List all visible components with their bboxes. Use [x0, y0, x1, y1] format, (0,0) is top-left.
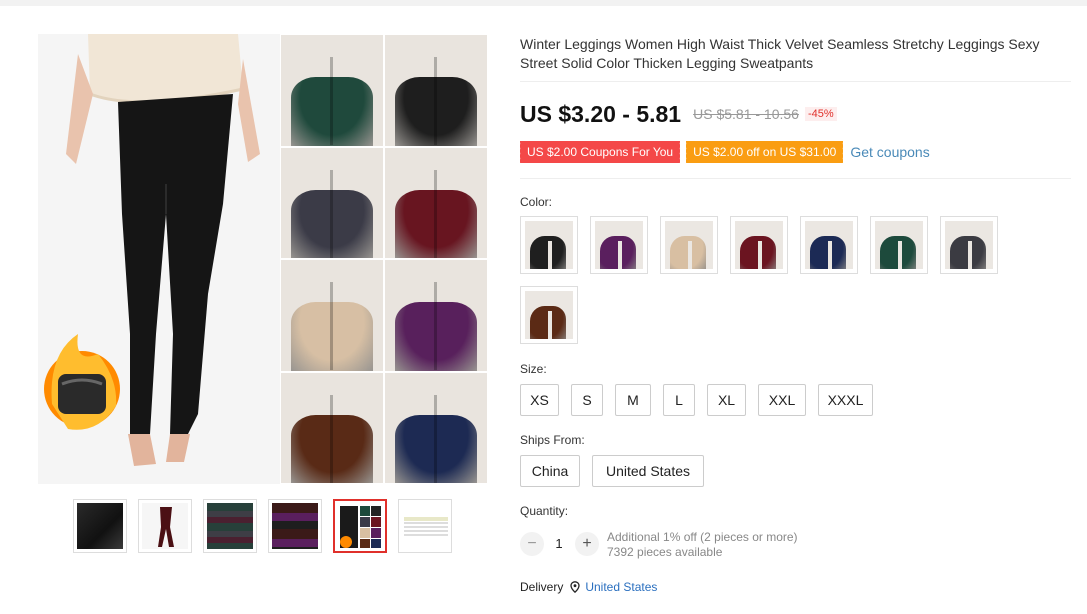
- current-price: US $3.20 - 5.81: [520, 100, 682, 127]
- divider: [520, 178, 1071, 179]
- size-option-xl[interactable]: XL: [707, 384, 746, 416]
- discount-badge: -45%: [804, 107, 837, 121]
- leg-shadow: [329, 57, 333, 146]
- size-option-s[interactable]: S: [571, 384, 603, 416]
- leg-shadow: [329, 169, 333, 258]
- swatch-leg-gap: [547, 241, 552, 269]
- color-swatch-black[interactable]: [520, 216, 578, 274]
- size-option-xxxl[interactable]: XXXL: [818, 384, 873, 416]
- swatch-background: [945, 221, 993, 269]
- thumbnail[interactable]: [203, 499, 257, 553]
- swatch-background: [665, 221, 713, 269]
- product-title: Winter Leggings Women High Waist Thick V…: [520, 36, 1040, 71]
- thumbnail[interactable]: [398, 499, 452, 553]
- swatch-leg-gap: [617, 241, 622, 269]
- swatch-background: [525, 291, 573, 339]
- collage-cell: [280, 146, 384, 259]
- top-bar: [0, 0, 1087, 6]
- quantity-label: Quantity:: [520, 504, 569, 518]
- thumbnail[interactable]: [268, 499, 322, 553]
- store-coupon[interactable]: US $2.00 Coupons For You: [517, 140, 681, 163]
- ships-from-united-states[interactable]: United States: [592, 455, 704, 487]
- order-coupon[interactable]: US $2.00 off on US $31.00: [684, 140, 844, 163]
- collage-cell: [280, 259, 384, 372]
- swatch-background: [805, 221, 853, 269]
- swatch-background: [595, 221, 643, 269]
- collage-cell: [280, 34, 384, 147]
- leg-shadow: [329, 394, 333, 483]
- swatch-leg-gap: [897, 241, 902, 269]
- swatch-leg-gap: [547, 311, 552, 339]
- collage-cell: [280, 371, 384, 484]
- collage-cell: [384, 34, 488, 147]
- color-swatch-dark-gray[interactable]: [940, 216, 998, 274]
- swatch-leg-gap: [757, 241, 762, 269]
- coupon-row: US $2.00 Coupons For You US $2.00 off on…: [517, 140, 930, 163]
- swatch-leg-gap: [827, 241, 832, 269]
- swatch-leg-gap: [687, 241, 692, 269]
- thumbnail-strip: [73, 499, 453, 553]
- quantity-value[interactable]: 1: [552, 536, 566, 551]
- price-row: US $3.20 - 5.81 US $5.81 - 10.56 -45%: [520, 98, 837, 130]
- quantity-info: Additional 1% off (2 pieces or more) 739…: [607, 530, 798, 560]
- thumbnail-selected[interactable]: [333, 499, 387, 553]
- size-label: Size:: [520, 362, 547, 376]
- swatch-leg-gap: [967, 241, 972, 269]
- size-option-l[interactable]: L: [663, 384, 695, 416]
- bulk-discount-note: Additional 1% off (2 pieces or more): [607, 530, 798, 544]
- color-swatch-coffee[interactable]: [520, 286, 578, 344]
- quantity-decrease-button[interactable]: −: [520, 532, 544, 556]
- delivery-row: Delivery United States: [520, 580, 657, 594]
- leg-shadow: [433, 169, 437, 258]
- color-swatch-wine-red[interactable]: [730, 216, 788, 274]
- delivery-label: Delivery: [520, 580, 564, 594]
- divider: [520, 81, 1071, 82]
- color-swatch-purple[interactable]: [590, 216, 648, 274]
- collage-cell: [384, 146, 488, 259]
- size-option-xs[interactable]: XS: [520, 384, 559, 416]
- leg-shadow: [329, 282, 333, 371]
- size-option-m[interactable]: M: [615, 384, 651, 416]
- swatch-background: [735, 221, 783, 269]
- color-swatch-skin[interactable]: [660, 216, 718, 274]
- thumbnail[interactable]: [138, 499, 192, 553]
- original-price: US $5.81 - 10.56: [693, 106, 799, 122]
- model-photo: [38, 34, 280, 484]
- thumbnail[interactable]: [73, 499, 127, 553]
- location-pin-icon: [569, 581, 581, 594]
- get-coupons-link[interactable]: Get coupons: [850, 144, 929, 160]
- quantity-increase-button[interactable]: +: [575, 532, 599, 556]
- stock-available: 7392 pieces available: [607, 545, 723, 559]
- color-label: Color:: [520, 195, 553, 209]
- leg-shadow: [433, 394, 437, 483]
- color-swatch-dark-green[interactable]: [870, 216, 928, 274]
- leg-shadow: [433, 282, 437, 371]
- ships-from-china[interactable]: China: [520, 455, 580, 487]
- swatch-background: [525, 221, 573, 269]
- color-collage: [280, 34, 488, 484]
- collage-cell: [384, 259, 488, 372]
- delivery-destination-link[interactable]: United States: [585, 580, 657, 594]
- color-swatch-navy[interactable]: [800, 216, 858, 274]
- main-product-image[interactable]: [38, 34, 488, 484]
- size-option-xxl[interactable]: XXL: [758, 384, 806, 416]
- swatch-background: [875, 221, 923, 269]
- collage-cell: [384, 371, 488, 484]
- leg-shadow: [433, 57, 437, 146]
- ships-from-label: Ships From:: [520, 433, 585, 447]
